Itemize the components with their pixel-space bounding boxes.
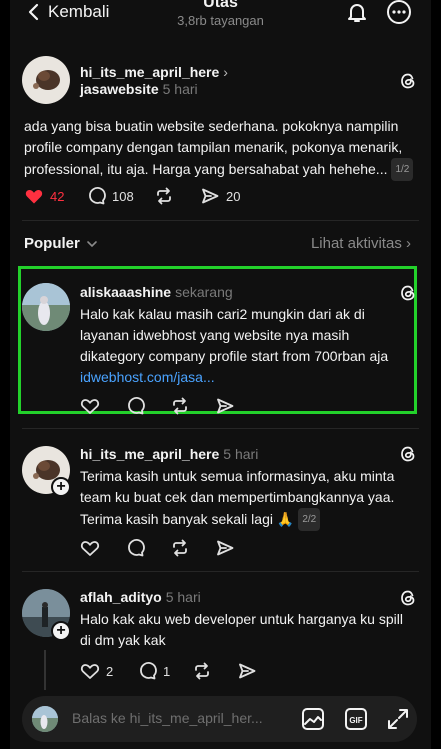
threads-icon[interactable] bbox=[398, 444, 418, 464]
divider bbox=[22, 571, 419, 572]
reply-text: Halo kak kalau masih cari2 mungkin dari … bbox=[80, 306, 389, 385]
repost-button[interactable] bbox=[170, 396, 215, 416]
reply-actions: 2 1 bbox=[80, 660, 257, 682]
image-icon[interactable] bbox=[300, 706, 326, 732]
avatar[interactable] bbox=[22, 56, 70, 104]
threads-icon[interactable] bbox=[398, 71, 418, 91]
reply-username[interactable]: aliskaaashine sekarang bbox=[80, 284, 233, 300]
reply-text: Terima kasih untuk semua informasinya, a… bbox=[80, 466, 415, 531]
like-button[interactable]: 42 bbox=[24, 186, 86, 206]
heart-icon bbox=[80, 664, 100, 679]
reply-actions bbox=[80, 395, 235, 417]
repost-button[interactable] bbox=[170, 538, 215, 558]
app-frame: Kembali Utas 3,8rb tayangan hi_its_me_ap… bbox=[10, 0, 431, 749]
post-username[interactable]: hi_its_me_april_here › bbox=[80, 64, 228, 80]
post-text: ada yang bisa buatin website sederhana. … bbox=[24, 116, 419, 181]
comment-icon bbox=[128, 397, 145, 415]
repost-button[interactable] bbox=[192, 661, 237, 681]
reply-username[interactable]: hi_its_me_april_here 5 hari bbox=[80, 446, 258, 462]
comment-button[interactable] bbox=[125, 538, 170, 558]
send-icon bbox=[202, 188, 219, 204]
post-actions: 42 108 20 bbox=[24, 185, 240, 207]
gif-icon[interactable]: GIF bbox=[343, 706, 369, 732]
comment-button[interactable]: 1 bbox=[137, 661, 192, 681]
share-button[interactable] bbox=[215, 396, 235, 416]
heart-filled-icon bbox=[25, 189, 43, 204]
top-bar: Kembali Utas 3,8rb tayangan bbox=[10, 0, 431, 40]
threads-icon[interactable] bbox=[398, 283, 418, 303]
repost-button[interactable] bbox=[154, 186, 200, 206]
reply-text: Halo kak aku web developer untuk hargany… bbox=[80, 611, 403, 648]
repost-icon bbox=[173, 397, 187, 415]
divider bbox=[22, 220, 419, 221]
reply-input[interactable]: Balas ke hi_its_me_april_her... bbox=[72, 710, 263, 726]
comment-button[interactable] bbox=[125, 396, 170, 416]
avatar-image bbox=[32, 706, 58, 732]
share-button[interactable] bbox=[237, 661, 257, 681]
reply-link[interactable]: idwebhost.com/jasa... bbox=[80, 369, 215, 385]
like-button[interactable] bbox=[80, 396, 125, 416]
thread-line bbox=[44, 650, 46, 690]
reply-username[interactable]: aflah_adityo 5 hari bbox=[80, 589, 201, 605]
send-icon bbox=[217, 540, 234, 556]
comment-button[interactable]: 108 bbox=[86, 186, 154, 206]
expand-icon[interactable] bbox=[385, 706, 411, 732]
follow-button[interactable]: + bbox=[51, 621, 71, 641]
heart-icon bbox=[80, 541, 100, 556]
like-button[interactable]: 2 bbox=[80, 661, 137, 681]
follow-button[interactable]: + bbox=[51, 477, 71, 497]
repost-icon bbox=[157, 187, 171, 205]
comment-icon bbox=[128, 539, 145, 557]
repost-icon bbox=[173, 539, 187, 557]
chevron-down-icon bbox=[87, 240, 97, 247]
view-activity-link[interactable]: Lihat aktivitas › bbox=[311, 235, 411, 252]
like-button[interactable] bbox=[80, 538, 125, 558]
bell-icon[interactable] bbox=[345, 0, 369, 24]
send-icon bbox=[217, 398, 234, 414]
avatar[interactable] bbox=[22, 283, 70, 331]
avatar bbox=[32, 706, 58, 732]
share-button[interactable]: 20 bbox=[200, 186, 240, 206]
divider bbox=[22, 428, 419, 429]
threads-icon[interactable] bbox=[398, 588, 418, 608]
avatar-image bbox=[22, 283, 70, 331]
page-indicator: 1/2 bbox=[391, 158, 414, 181]
avatar-image bbox=[33, 70, 60, 90]
repost-icon bbox=[195, 662, 209, 680]
page-indicator: 2/2 bbox=[298, 508, 321, 531]
comment-icon bbox=[140, 662, 157, 680]
sort-dropdown[interactable]: Populer bbox=[24, 235, 98, 252]
comment-icon bbox=[89, 187, 106, 205]
svg-text:GIF: GIF bbox=[349, 716, 362, 725]
more-icon[interactable] bbox=[386, 0, 412, 25]
share-button[interactable] bbox=[215, 538, 235, 558]
reply-to-line[interactable]: jasawebsite 5 hari bbox=[80, 81, 198, 97]
send-icon bbox=[239, 663, 256, 679]
reply-composer[interactable]: Balas ke hi_its_me_april_her... GIF bbox=[22, 696, 417, 742]
heart-icon bbox=[80, 399, 100, 414]
reply-actions bbox=[80, 537, 235, 559]
